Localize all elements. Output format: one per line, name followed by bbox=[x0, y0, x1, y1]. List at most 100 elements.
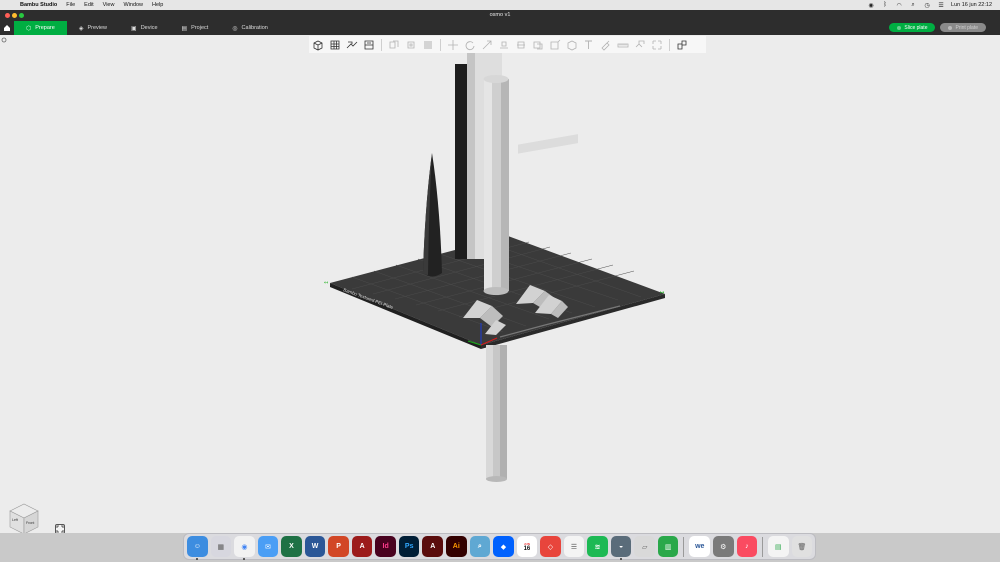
menu-help[interactable]: Help bbox=[152, 2, 163, 8]
music-icon[interactable]: ♪ bbox=[736, 536, 758, 557]
tool-seam-paint[interactable] bbox=[565, 38, 579, 52]
dropbox-icon[interactable]: ◆ bbox=[493, 536, 514, 557]
menu-view[interactable]: View bbox=[103, 2, 115, 8]
launchpad-icon[interactable]: ▦ bbox=[210, 536, 232, 557]
file-icon[interactable]: ▤ bbox=[768, 536, 789, 557]
zoom-to-fit-button[interactable] bbox=[55, 524, 65, 533]
tall-black-tower[interactable] bbox=[455, 64, 468, 259]
tool-split-objects[interactable] bbox=[387, 38, 401, 52]
tool-grid[interactable] bbox=[328, 38, 342, 52]
main-tab-bar: ⬡ Prepare ◈ Preview ▣ Device ▤ Project ◎… bbox=[0, 21, 1000, 35]
tab-project[interactable]: ▤ Project bbox=[170, 21, 221, 35]
window-titlebar: osmo v1 bbox=[0, 10, 1000, 21]
support-paint-icon bbox=[550, 39, 561, 49]
wechat-icon[interactable]: we bbox=[689, 536, 711, 557]
dock-separator bbox=[683, 536, 685, 557]
cut-icon bbox=[517, 41, 525, 48]
explode-view-icon bbox=[677, 40, 687, 49]
wifi-icon[interactable]: ◠ bbox=[895, 2, 903, 9]
tool-assemble-view-2[interactable] bbox=[675, 38, 689, 52]
tool-plate[interactable] bbox=[362, 38, 376, 52]
preview-icon[interactable]: ⌕ bbox=[469, 536, 491, 557]
tool-text[interactable] bbox=[582, 38, 596, 52]
maximize-window-button[interactable] bbox=[19, 13, 24, 18]
menu-edit[interactable]: Edit bbox=[84, 2, 93, 8]
tool-auto-arrange[interactable] bbox=[345, 38, 359, 52]
tool-variable-layer[interactable] bbox=[421, 38, 435, 52]
tool-add-object[interactable] bbox=[311, 38, 325, 52]
tool-move[interactable] bbox=[446, 38, 460, 52]
cylinder-top bbox=[483, 75, 509, 83]
minimize-window-button[interactable] bbox=[12, 13, 17, 18]
slice-dropdown-icon bbox=[897, 25, 902, 30]
object-toolbar bbox=[309, 36, 706, 53]
excel-icon[interactable]: X bbox=[281, 536, 302, 557]
rotate-icon bbox=[465, 40, 475, 50]
auto-arrange-icon bbox=[346, 41, 358, 48]
mail-icon[interactable]: ✉ bbox=[257, 536, 279, 557]
illustrator-icon[interactable]: Ai bbox=[446, 536, 467, 557]
slice-plate-label: Slice plate bbox=[904, 24, 928, 31]
tab-device-label: Device bbox=[140, 25, 158, 31]
notes-icon[interactable]: ▱ bbox=[634, 536, 655, 557]
menubar-clock[interactable]: Lun 16 jun 22:12 bbox=[951, 2, 992, 8]
tool-assemble-view[interactable] bbox=[650, 38, 664, 52]
indesign-icon[interactable]: Id bbox=[375, 536, 396, 557]
word-icon[interactable]: W bbox=[304, 536, 326, 557]
acrobat-reader-icon[interactable]: A bbox=[422, 536, 444, 557]
menu-window[interactable]: Window bbox=[123, 2, 143, 8]
tool-cut[interactable] bbox=[514, 38, 528, 52]
slice-plate-button[interactable]: Slice plate bbox=[889, 23, 936, 32]
menu-app-name[interactable]: Bambu Studio bbox=[20, 2, 57, 8]
close-window-button[interactable] bbox=[5, 13, 10, 18]
wechat-status-icon[interactable]: ◉ bbox=[867, 2, 875, 9]
tab-device[interactable]: ▣ Device bbox=[119, 21, 169, 35]
tab-preview-label: Preview bbox=[87, 25, 108, 31]
tool-rotate[interactable] bbox=[463, 38, 477, 52]
powerpoint-icon[interactable]: P bbox=[328, 536, 349, 557]
3d-scene: Bambu Textured PEI Plate ↤ ↦ bbox=[1, 37, 665, 482]
calendar-icon[interactable]: JUN 16 bbox=[516, 536, 538, 557]
time-machine-icon[interactable]: ◷ bbox=[923, 2, 931, 9]
bluetooth-icon[interactable]: ᛒ bbox=[881, 2, 889, 8]
tab-calibration[interactable]: ◎ Calibration bbox=[220, 21, 280, 35]
reminders-icon[interactable]: ☰ bbox=[563, 536, 585, 557]
tool-scale[interactable] bbox=[480, 38, 494, 52]
tool-mesh-boolean[interactable] bbox=[531, 38, 545, 52]
text-icon bbox=[585, 40, 592, 49]
home-button[interactable] bbox=[0, 21, 14, 35]
remote-icon[interactable]: ◇ bbox=[540, 536, 561, 557]
lay-on-face-icon bbox=[500, 41, 508, 48]
numbers-icon[interactable]: ▥ bbox=[657, 536, 679, 557]
finder-icon[interactable]: ☺ bbox=[187, 536, 208, 560]
photoshop-icon[interactable]: Ps bbox=[398, 536, 420, 557]
acrobat-icon[interactable]: A bbox=[351, 536, 373, 557]
chrome-icon[interactable]: ◉ bbox=[234, 536, 255, 560]
tab-calibration-label: Calibration bbox=[241, 25, 268, 31]
cylinder-highlight bbox=[484, 79, 492, 291]
bambu-icon[interactable]: ◒ bbox=[610, 536, 632, 560]
tool-support-paint[interactable] bbox=[548, 38, 562, 52]
axis-arrow-y-right: ↦ bbox=[660, 290, 664, 296]
search-icon[interactable]: ⌕ bbox=[909, 2, 917, 8]
scale-icon bbox=[482, 40, 492, 49]
system-settings-icon[interactable]: ⚙ bbox=[713, 536, 734, 557]
tab-preview[interactable]: ◈ Preview bbox=[67, 21, 119, 35]
menu-file[interactable]: File bbox=[66, 2, 75, 8]
spotify-icon[interactable]: ≋ bbox=[587, 536, 608, 557]
print-plate-button[interactable]: Print plate bbox=[940, 23, 986, 32]
control-center-icon[interactable]: ☰ bbox=[937, 2, 945, 9]
tool-assembly[interactable] bbox=[633, 38, 647, 52]
tool-lay-on-face[interactable] bbox=[497, 38, 511, 52]
view-cube[interactable]: Left Front bbox=[6, 501, 42, 533]
collapse-sidebar-icon[interactable] bbox=[1, 37, 7, 43]
variable-layer-icon bbox=[424, 41, 432, 48]
tab-prepare[interactable]: ⬡ Prepare bbox=[14, 21, 67, 35]
plate-settings-strip[interactable] bbox=[518, 134, 578, 154]
3d-viewport[interactable]: Bambu Textured PEI Plate ↤ ↦ Left Front bbox=[0, 35, 1000, 533]
tool-split-parts[interactable] bbox=[404, 38, 418, 52]
trash-icon[interactable]: 🗑 bbox=[791, 536, 813, 557]
tool-color-paint[interactable] bbox=[599, 38, 613, 52]
cylinder-shadow bbox=[501, 79, 509, 291]
tool-measure[interactable] bbox=[616, 38, 630, 52]
